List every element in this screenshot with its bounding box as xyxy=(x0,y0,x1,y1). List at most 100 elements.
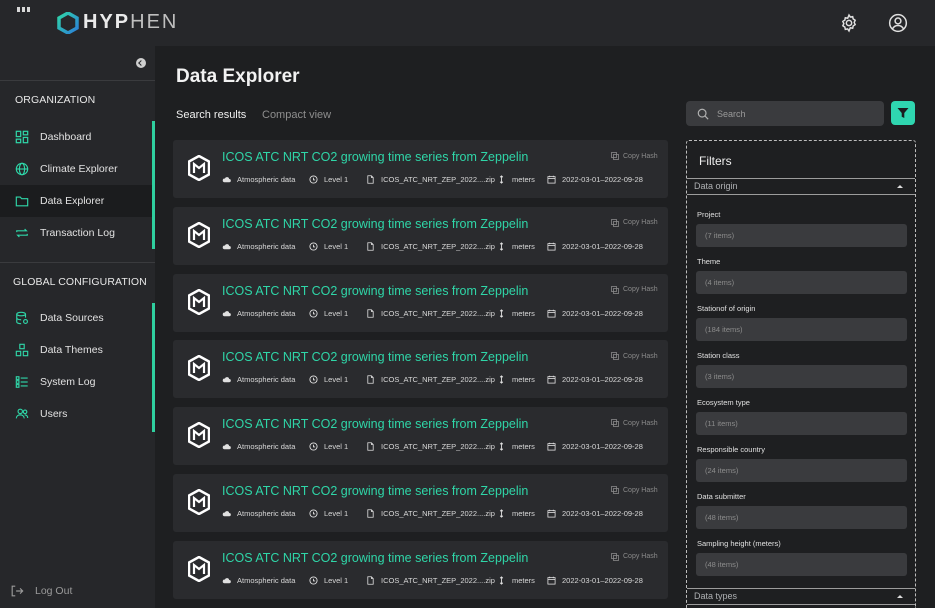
filter-select[interactable]: (3 items) xyxy=(696,365,907,388)
calendar-icon xyxy=(547,576,556,585)
sidebar-item-data-sources[interactable]: Data Sources xyxy=(0,302,155,334)
sidebar-item-system-log[interactable]: System Log xyxy=(0,366,155,398)
sidebar-item-transaction-log[interactable]: Transaction Log xyxy=(0,217,155,249)
level-icon xyxy=(309,509,318,518)
funnel-icon xyxy=(897,108,909,118)
sidebar-item-data-explorer[interactable]: Data Explorer xyxy=(0,185,155,217)
meta-file-label: ICOS_ATC_NRT_ZEP_2022....zip xyxy=(381,442,495,452)
meta-unit-label: meters xyxy=(512,509,535,518)
meta-unit-label: meters xyxy=(512,575,535,585)
copy-hash-label: Copy Hash xyxy=(623,553,658,561)
copy-hash-button[interactable]: Copy Hash xyxy=(611,352,658,361)
copy-hash-button[interactable]: Copy Hash xyxy=(611,285,658,294)
sidebar-item-label: System Log xyxy=(40,376,96,388)
sidebar-item-dashboard[interactable]: Dashboard xyxy=(0,121,155,153)
copy-icon xyxy=(611,419,619,428)
level-icon xyxy=(309,442,318,451)
filter-select[interactable]: (48 items) xyxy=(696,553,907,576)
dataset-logo-icon xyxy=(188,422,210,449)
result-title[interactable]: ICOS ATC NRT CO2 growing time series fro… xyxy=(222,417,528,431)
copy-icon xyxy=(611,152,619,160)
accordion-data-origin[interactable]: Data origin xyxy=(687,178,915,195)
accordion-label: Data origin xyxy=(694,181,738,191)
settings-gear-icon[interactable] xyxy=(839,13,859,33)
copy-hash-button[interactable]: Copy Hash xyxy=(611,419,658,428)
collapse-sidebar-icon[interactable] xyxy=(136,58,146,68)
sidebar-item-label: Users xyxy=(40,408,68,420)
result-card[interactable]: ICOS ATC NRT CO2 growing time series fro… xyxy=(173,140,668,198)
filter-select[interactable]: (11 items) xyxy=(696,412,907,435)
meta-unit: meters xyxy=(497,576,535,585)
file-icon xyxy=(367,242,374,251)
meta-category-label: Atmospheric data xyxy=(237,308,296,318)
copy-hash-button[interactable]: Copy Hash xyxy=(611,152,658,160)
meta-file-label: ICOS_ATC_NRT_ZEP_2022....zip xyxy=(381,308,495,318)
level-icon xyxy=(309,576,318,585)
filter-select[interactable]: (24 items) xyxy=(696,459,907,482)
cloud-icon xyxy=(222,511,231,517)
cloud-icon xyxy=(222,310,231,316)
filter-select[interactable]: (4 items) xyxy=(696,271,907,294)
copy-hash-button[interactable]: Copy Hash xyxy=(611,486,658,494)
app-grid-icon[interactable] xyxy=(17,7,30,12)
filter-select[interactable]: (184 items) xyxy=(696,318,907,341)
result-card[interactable]: ICOS ATC NRT CO2 growing time series fro… xyxy=(173,474,668,532)
filter-label: Sampling height (meters) xyxy=(697,539,781,548)
result-card[interactable]: ICOS ATC NRT CO2 growing time series fro… xyxy=(173,340,668,399)
user-profile-icon[interactable] xyxy=(888,13,908,33)
level-icon xyxy=(309,375,318,384)
meta-category: Atmospheric data xyxy=(222,242,295,251)
meta-file-label: ICOS_ATC_NRT_ZEP_2022....zip xyxy=(381,175,495,184)
result-title[interactable]: ICOS ATC NRT CO2 growing time series fro… xyxy=(222,484,528,498)
level-icon xyxy=(309,242,318,251)
sidebar-item-label: Transaction Log xyxy=(40,227,115,239)
filter-select[interactable]: (7 items) xyxy=(696,224,907,247)
height-arrow-icon xyxy=(499,509,504,518)
meta-level: Level 1 xyxy=(309,242,348,251)
filter-select[interactable]: (48 items) xyxy=(696,506,907,529)
database-icon xyxy=(16,311,28,325)
meta-file: ICOS_ATC_NRT_ZEP_2022....zip xyxy=(366,509,495,518)
result-card[interactable]: ICOS ATC NRT CO2 growing time series fro… xyxy=(173,540,668,599)
logout-button[interactable]: Log Out xyxy=(10,584,72,598)
copy-icon xyxy=(611,285,619,294)
result-card[interactable]: ICOS ATC NRT CO2 growing time series fro… xyxy=(173,273,668,332)
meta-dates-label: 2022-03-01–2022-09-28 xyxy=(562,575,643,585)
meta-unit-label: meters xyxy=(512,308,535,318)
accordion-data-types[interactable]: Data types xyxy=(687,588,915,605)
sidebar-item-label: Data Explorer xyxy=(40,195,105,207)
result-title[interactable]: ICOS ATC NRT CO2 growing time series fro… xyxy=(222,150,528,164)
result-title[interactable]: ICOS ATC NRT CO2 growing time series fro… xyxy=(222,284,528,298)
filters-panel: Filters Data origin Project (7 items) Them… xyxy=(686,140,916,608)
sidebar-item-users[interactable]: Users xyxy=(0,398,155,430)
search-input[interactable] xyxy=(717,108,877,119)
result-title[interactable]: ICOS ATC NRT CO2 growing time series fro… xyxy=(222,350,528,364)
calendar-icon xyxy=(547,309,556,318)
app-logo[interactable]: HYPHEN xyxy=(57,11,178,34)
file-icon xyxy=(367,375,374,385)
copy-hash-button[interactable]: Copy Hash xyxy=(611,218,658,227)
calendar-icon xyxy=(547,376,556,384)
filter-button[interactable] xyxy=(891,101,915,125)
search-icon xyxy=(697,108,709,120)
meta-category: Atmospheric data xyxy=(222,509,295,518)
result-card[interactable]: ICOS ATC NRT CO2 growing time series fro… xyxy=(173,206,668,265)
result-card[interactable]: ICOS ATC NRT CO2 growing time series fro… xyxy=(173,407,668,466)
result-title[interactable]: ICOS ATC NRT CO2 growing time series fro… xyxy=(222,217,528,231)
sidebar-item-data-themes[interactable]: Data Themes xyxy=(0,334,155,366)
meta-dates-label: 2022-03-01–2022-09-28 xyxy=(562,308,643,318)
sidebar-item-climate-explorer[interactable]: Climate Explorer xyxy=(0,153,155,185)
filter-label: Station class xyxy=(697,351,740,360)
meta-category: Atmospheric data xyxy=(222,309,295,318)
top-bar: HYPHEN xyxy=(0,0,935,46)
calendar-icon xyxy=(547,509,556,518)
folder-icon xyxy=(15,196,29,207)
meta-category-label: Atmospheric data xyxy=(237,509,296,518)
result-title[interactable]: ICOS ATC NRT CO2 growing time series fro… xyxy=(222,551,528,565)
copy-hash-button[interactable]: Copy Hash xyxy=(611,552,658,561)
sidebar-item-label: Dashboard xyxy=(40,131,92,143)
tab-compact-view[interactable]: Compact view xyxy=(262,109,331,121)
meta-unit-label: meters xyxy=(512,375,535,385)
tab-search-results[interactable]: Search results xyxy=(176,109,246,121)
meta-category: Atmospheric data xyxy=(222,442,295,451)
